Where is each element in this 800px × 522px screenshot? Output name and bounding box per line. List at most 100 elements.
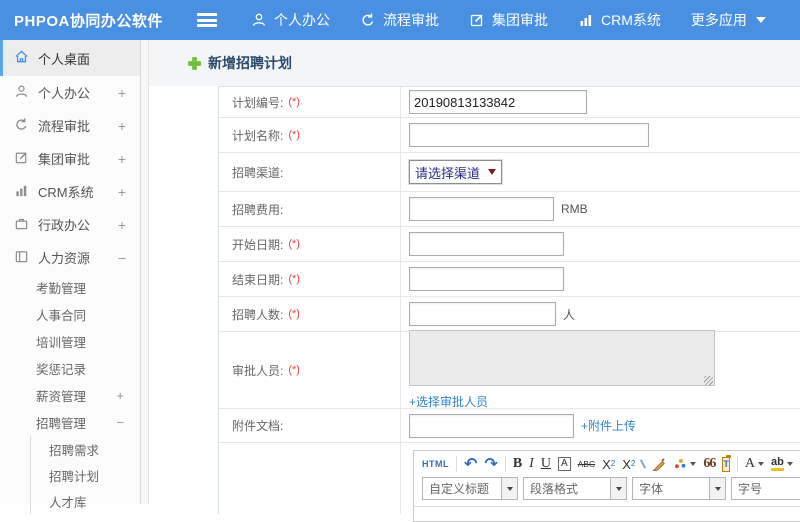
briefcase-icon (14, 216, 29, 234)
sidebar-item-attendance[interactable]: 考勤管理 (0, 274, 140, 301)
superscript-button[interactable]: X2 (602, 458, 615, 471)
required-mark: (*) (288, 238, 300, 250)
sidebar-item-recruit-plan[interactable]: 招聘计划 (31, 462, 140, 488)
sidebar-item-talent-pool[interactable]: 人才库 (31, 488, 140, 514)
size-select-value: 字号 (732, 478, 800, 499)
sidebar-item-personal-office[interactable]: 个人办公 + (0, 76, 140, 109)
sidebar-item-salary[interactable]: 薪资管理+ (0, 382, 140, 409)
html-source-button[interactable]: HTML (422, 460, 449, 469)
sidebar-item-label: 人力资源 (38, 248, 90, 267)
required-mark: (*) (288, 273, 300, 285)
topnav-personal-office[interactable]: 个人办公 (251, 10, 330, 30)
font-style-button[interactable]: A (558, 457, 571, 471)
field-input-cell (401, 227, 800, 261)
toolbar-separator (505, 456, 506, 472)
plan-name-input[interactable] (409, 123, 649, 147)
attachment-label: 附件文档: (232, 417, 283, 434)
brush-icon[interactable] (651, 457, 666, 472)
palette-icon[interactable] (673, 457, 696, 471)
end-date-input[interactable] (409, 267, 564, 291)
editor-content-area[interactable] (414, 506, 800, 521)
expand-icon: + (118, 85, 126, 101)
sidebar-item-group-approval[interactable]: 集团审批 + (0, 142, 140, 175)
highlight-button[interactable]: ab (771, 457, 793, 471)
font-color-button[interactable]: A (745, 457, 764, 471)
topnav-process-approval[interactable]: 流程审批 (360, 10, 439, 30)
rich-text-editor: HTML ↶ ↷ B I U A ABC X2 X2 (413, 450, 800, 522)
edit-icon (14, 150, 29, 168)
select-approver-link[interactable]: +选择审批人员 (409, 393, 488, 410)
recruit-submenu: 招聘需求 招聘计划 人才库 (30, 436, 140, 514)
blockquote-icon[interactable]: 66 (703, 457, 715, 471)
topnav-more-apps[interactable]: 更多应用 (691, 10, 766, 30)
sidebar-item-crm[interactable]: CRM系统 + (0, 175, 140, 208)
headcount-input[interactable] (409, 302, 556, 326)
attachment-input[interactable] (409, 414, 574, 438)
plan-no-input[interactable] (409, 90, 587, 114)
expand-icon: + (116, 388, 124, 403)
caret-down-icon (756, 17, 766, 23)
sidebar-item-recruit-mgmt[interactable]: 招聘管理 − (0, 409, 140, 436)
redo-icon[interactable]: ↷ (484, 456, 497, 472)
sidebar-item-desktop[interactable]: 个人桌面 (0, 40, 140, 76)
submenu-label: 考勤管理 (36, 278, 86, 297)
font-size-select[interactable]: 字号 (731, 477, 800, 500)
field-label-cell: 计划编号: (*) (219, 87, 401, 117)
strikethrough-button[interactable]: ABC (578, 460, 595, 469)
paragraph-format-select[interactable]: 段落格式 (523, 477, 627, 500)
sidebar-item-hr-contract[interactable]: 人事合同 (0, 301, 140, 328)
eraser-icon[interactable] (640, 459, 646, 469)
submenu-label: 招聘管理 (36, 413, 86, 432)
attachment-upload-link[interactable]: +附件上传 (581, 417, 636, 434)
book-icon (14, 249, 29, 267)
end-date-label: 结束日期: (232, 271, 283, 288)
start-date-input[interactable] (409, 232, 564, 256)
paragraph-select-value: 段落格式 (524, 478, 610, 499)
sidebar-item-admin-office[interactable]: 行政办公 + (0, 208, 140, 241)
sup-exp: 2 (611, 460, 615, 468)
approver-textarea[interactable] (409, 330, 715, 386)
heading-select[interactable]: 自定义标题 (422, 477, 518, 500)
sidebar-item-training[interactable]: 培训管理 (0, 328, 140, 355)
chart-icon (14, 183, 29, 201)
topnav-label: 个人办公 (274, 10, 330, 30)
app-logo[interactable]: PHPOA协同办公软件 (0, 10, 197, 31)
required-mark: (*) (288, 308, 300, 320)
chart-icon (578, 12, 594, 28)
sidebar-divider (141, 40, 149, 504)
font-family-select[interactable]: 字体 (632, 477, 726, 500)
page-title: 新增招聘计划 (208, 53, 292, 73)
undo-icon[interactable]: ↶ (464, 456, 477, 472)
field-label-cell: 招聘人数: (*) (219, 297, 401, 331)
sidebar-item-recruit-demand[interactable]: 招聘需求 (31, 436, 140, 462)
sub-base: X (622, 458, 631, 471)
paste-icon[interactable]: T (722, 457, 730, 472)
expand-icon: + (118, 151, 126, 167)
bold-button[interactable]: B (513, 457, 522, 471)
expand-icon: + (118, 217, 126, 233)
submenu-label: 招聘计划 (49, 466, 99, 485)
collapse-icon: − (116, 415, 124, 430)
required-mark: (*) (288, 129, 300, 141)
italic-button[interactable]: I (529, 457, 534, 471)
fee-input[interactable] (409, 197, 554, 221)
subscript-button[interactable]: X2 (622, 458, 635, 471)
caret-down-icon (709, 478, 725, 499)
topnav-group-approval[interactable]: 集团审批 (469, 10, 548, 30)
font-select-value: 字体 (633, 478, 709, 499)
sidebar-item-rewards[interactable]: 奖惩记录 (0, 355, 140, 382)
sidebar-item-hr[interactable]: 人力资源 − (0, 241, 140, 274)
field-input-cell: +附件上传 (401, 409, 800, 442)
channel-select[interactable]: 请选择渠道 (409, 160, 502, 184)
sidebar-item-process-approval[interactable]: 流程审批 + (0, 109, 140, 142)
toolbar-separator (456, 456, 457, 472)
start-date-label: 开始日期: (232, 236, 283, 253)
sidebar-item-label: 个人桌面 (38, 49, 90, 68)
menu-icon[interactable] (197, 13, 217, 27)
topnav-crm[interactable]: CRM系统 (578, 10, 661, 30)
underline-button[interactable]: U (541, 457, 551, 471)
field-label-cell (219, 443, 401, 514)
expand-icon: + (118, 118, 126, 134)
sidebar: 个人桌面 个人办公 + 流程审批 + 集团审批 + CRM系统 + 行政办公 + (0, 40, 141, 504)
form-row-channel: 招聘渠道: 请选择渠道 (219, 153, 800, 192)
